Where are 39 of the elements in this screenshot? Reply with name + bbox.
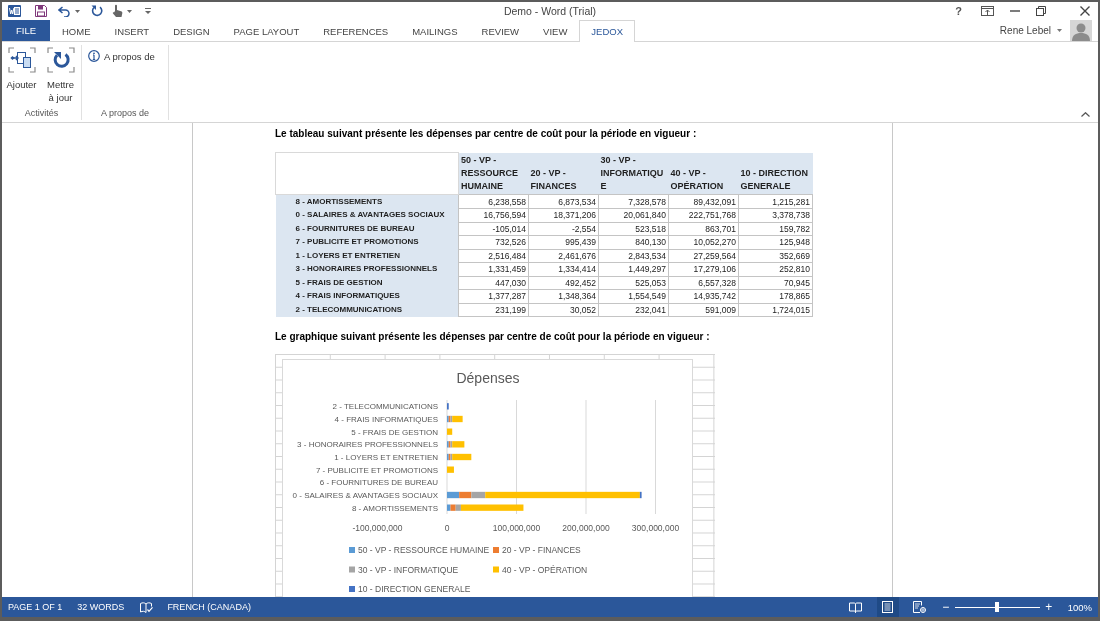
category-label: 7 - PUBLICITE ET PROMOTIONS xyxy=(315,465,438,475)
axis-tick-label: 200,000,000 xyxy=(562,522,610,533)
row-header: 5 - FRAIS DE GESTION xyxy=(275,276,459,290)
legend-label: 40 - VP - OPÉRATION xyxy=(502,564,588,574)
table-cell: 89,432,091 xyxy=(668,194,739,209)
column-header: 40 - VP - OPÉRATION xyxy=(668,152,739,195)
legend-label: 50 - VP - RESSOURCE HUMAINE xyxy=(358,544,490,555)
legend-label: 30 - VP - INFORMATIQUE xyxy=(358,564,459,574)
row-header: 2 - TELECOMMUNICATIONS xyxy=(275,303,459,317)
paragraph: Le tableau suivant présente les dépenses par centre de coût pour la période en vigueur : xyxy=(275,127,697,141)
axis-tick-label: 0 xyxy=(444,522,450,533)
column-header: 10 - DIRECTION GENERALE xyxy=(738,152,813,195)
category-label: 1 - LOYERS ET ENTRETIEN xyxy=(334,452,438,462)
category-label: 4 - FRAIS INFORMATIQUES xyxy=(334,414,438,424)
ribbon-group-label: Activités xyxy=(23,107,60,120)
legend-label: 10 - DIRECTION GENERALE xyxy=(358,583,471,594)
table-cell: 6,238,558 xyxy=(458,194,529,209)
column-header: 30 - VP - INFORMATIQUE xyxy=(598,152,669,195)
table-cell: 6,873,534 xyxy=(528,194,599,209)
category-label: 3 - HONORAIRES PROFESSIONNELS xyxy=(297,439,438,449)
axis-tick-label: 100,000,000 xyxy=(492,522,541,533)
chart-title: Dépenses xyxy=(456,369,520,386)
paragraph: Le graphique suivant présente les dépenses par centre de coût pour la période en vigueur : xyxy=(275,329,710,344)
row-header: 6 - FOURNITURES DE BUREAU xyxy=(275,222,459,236)
table-cell: 1,215,281 xyxy=(738,194,813,209)
window-title: Demo - Word (Trial) xyxy=(503,5,597,17)
category-label: 5 - FRAIS DE GESTION xyxy=(351,427,438,437)
category-label: 2 - TELECOMMUNICATIONS xyxy=(332,401,438,411)
row-header: 1 - LOYERS ET ENTRETIEN xyxy=(275,249,459,263)
column-header: 50 - VP - RESSOURCE HUMAINE xyxy=(458,152,529,195)
ribbon-group-label: A propos de xyxy=(99,107,150,120)
table-cell: 7,328,578 xyxy=(598,194,669,209)
category-label: 0 - SALAIRES & AVANTAGES SOCIAUX xyxy=(292,490,438,500)
axis-tick-label: -100,000,000 xyxy=(352,522,403,533)
category-label: 8 - AMORTISSEMENTS xyxy=(351,503,438,513)
legend-label: 20 - VP - FINANCES xyxy=(502,544,581,555)
category-label: 6 - FOURNITURES DE BUREAU xyxy=(319,477,438,487)
column-header: 20 - VP - FINANCES xyxy=(528,152,599,195)
axis-tick-label: 300,000,000 xyxy=(631,522,680,533)
